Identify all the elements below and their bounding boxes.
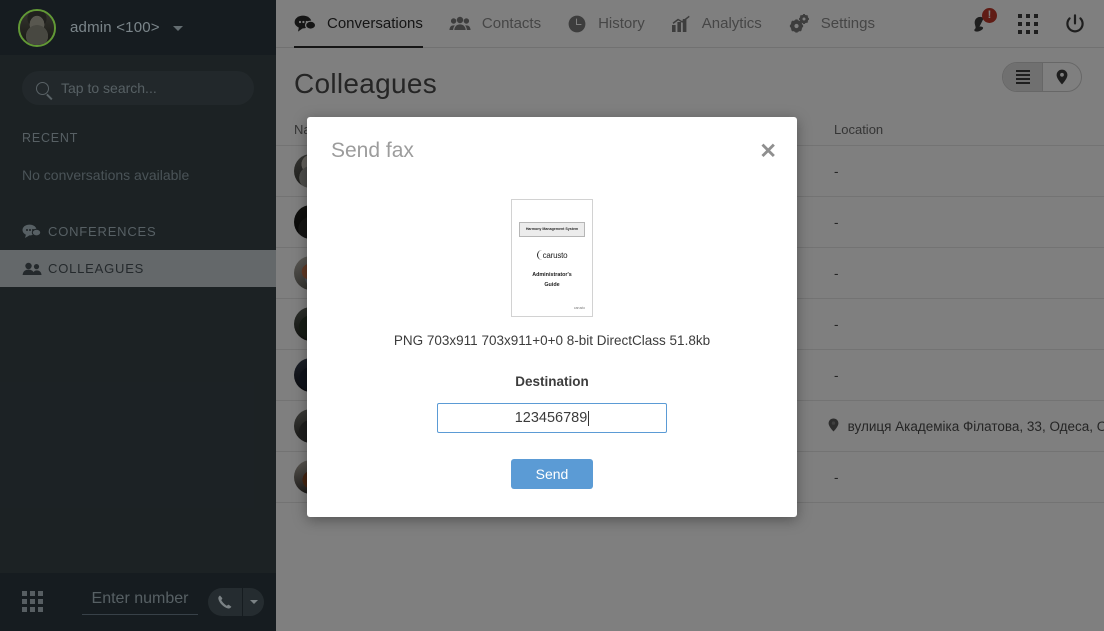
file-info-text: PNG 703x911 703x911+0+0 8-bit DirectClas… [393,333,711,348]
close-icon[interactable]: ✕ [759,141,777,162]
dialog-body: Harmony Management System carusto Admini… [307,177,797,517]
send-fax-dialog: Send fax ✕ Harmony Management System car… [307,117,797,517]
thumbnail-band-text: Harmony Management System [519,222,585,238]
destination-input[interactable]: 123456789 [437,403,667,433]
thumbnail-subtitle: Administrator's Guide [519,270,585,291]
fax-document-thumbnail: Harmony Management System carusto Admini… [511,199,593,317]
thumbnail-logo-text: carusto [542,251,568,261]
thumbnail-subtitle-line1: Administrator's [532,272,572,279]
dialog-title: Send fax [331,139,414,162]
app-window: admin <100> Tap to search... RECENT No c… [0,0,1104,631]
dialog-header: Send fax ✕ [307,117,797,177]
text-cursor [588,410,590,426]
thumbnail-footer-logo: carusto [573,306,585,310]
modal-overlay-sidebar [0,0,276,631]
logo-swash-icon [536,250,542,261]
thumbnail-subtitle-line2: Guide [544,282,560,289]
thumbnail-logo: carusto [519,250,585,261]
destination-label: Destination [515,374,589,389]
destination-value: 123456789 [514,410,588,426]
send-button[interactable]: Send [511,459,593,489]
